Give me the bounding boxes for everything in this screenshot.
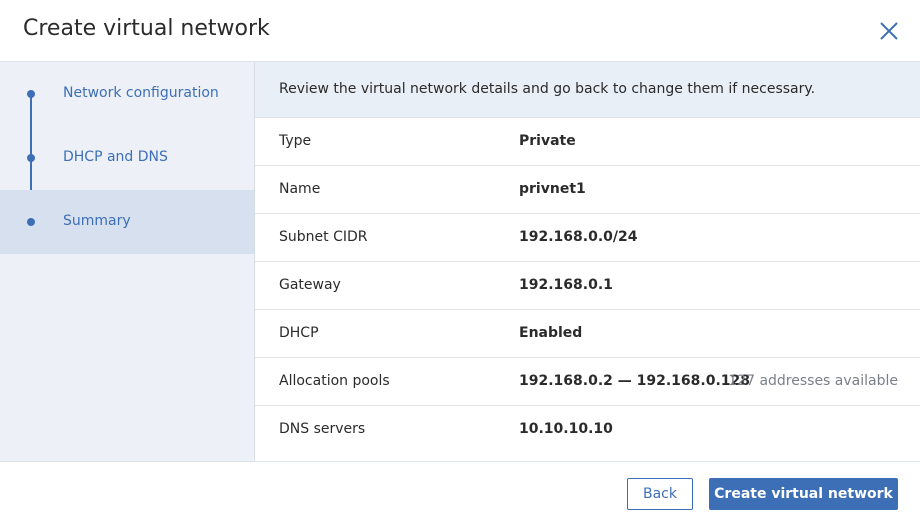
- step-summary[interactable]: Summary: [0, 190, 254, 254]
- row-value: 192.168.0.2 — 192.168.0.128: [519, 373, 750, 389]
- back-button[interactable]: Back: [627, 478, 693, 510]
- row-value: 192.168.0.0/24: [519, 229, 638, 245]
- row-value: Private: [519, 133, 576, 149]
- step-dhcp-and-dns[interactable]: DHCP and DNS: [0, 126, 254, 190]
- row-value: Enabled: [519, 325, 583, 341]
- summary-row-dhcp: DHCP Enabled: [255, 310, 920, 358]
- dialog-title: Create virtual network: [23, 16, 270, 41]
- summary-panel: Review the virtual network details and g…: [255, 62, 920, 461]
- row-label: DHCP: [279, 325, 319, 341]
- summary-row-subnet-cidr: Subnet CIDR 192.168.0.0/24: [255, 214, 920, 262]
- close-icon[interactable]: [876, 18, 902, 44]
- addresses-available-note: 127 addresses available: [728, 373, 898, 389]
- step-dot-icon: [27, 154, 35, 162]
- row-label: Allocation pools: [279, 373, 390, 389]
- summary-row-name: Name privnet1: [255, 166, 920, 214]
- row-label: Subnet CIDR: [279, 229, 368, 245]
- wizard-steps-sidebar: Network configuration DHCP and DNS Summa…: [0, 62, 255, 461]
- step-label: Network configuration: [63, 85, 219, 101]
- create-virtual-network-button[interactable]: Create virtual network: [709, 478, 898, 510]
- row-label: Type: [279, 133, 312, 149]
- step-label: DHCP and DNS: [63, 149, 168, 165]
- step-label: Summary: [63, 213, 131, 229]
- summary-row-type: Type Private: [255, 118, 920, 166]
- dialog-footer: Back Create virtual network: [0, 461, 920, 523]
- row-label: Name: [279, 181, 321, 197]
- summary-row-dns-servers: DNS servers 10.10.10.10: [255, 406, 920, 454]
- summary-table: Type Private Name privnet1 Subnet CIDR 1…: [255, 118, 920, 454]
- step-dot-icon: [27, 218, 35, 226]
- dialog-header: Create virtual network: [0, 0, 920, 62]
- review-notice-text: Review the virtual network details and g…: [279, 81, 816, 97]
- row-label: Gateway: [279, 277, 341, 293]
- row-label: DNS servers: [279, 421, 366, 437]
- row-value: 192.168.0.1: [519, 277, 613, 293]
- summary-row-gateway: Gateway 192.168.0.1: [255, 262, 920, 310]
- step-dot-icon: [27, 90, 35, 98]
- row-value: 10.10.10.10: [519, 421, 613, 437]
- review-notice: Review the virtual network details and g…: [255, 62, 920, 118]
- step-network-configuration[interactable]: Network configuration: [0, 62, 254, 126]
- summary-row-allocation-pools: Allocation pools 192.168.0.2 — 192.168.0…: [255, 358, 920, 406]
- row-value: privnet1: [519, 181, 586, 197]
